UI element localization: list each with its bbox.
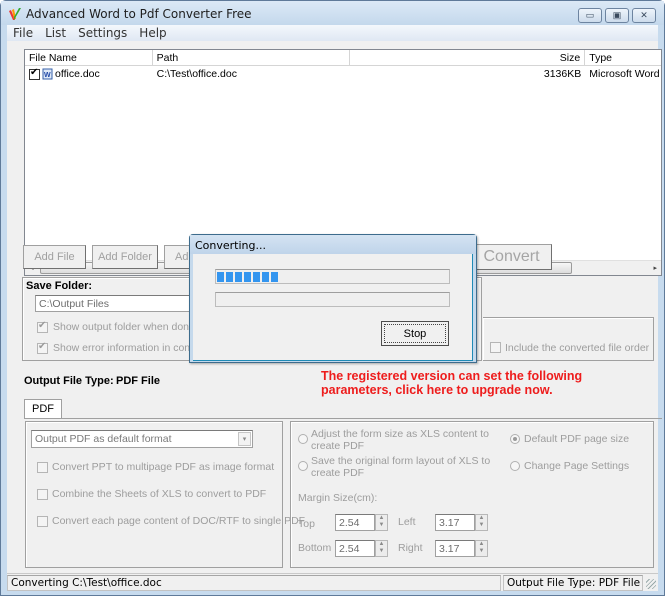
- change-page-settings-radio[interactable]: [510, 461, 520, 471]
- save-original-layout-radio[interactable]: [298, 461, 308, 471]
- close-button[interactable]: ✕: [632, 8, 656, 23]
- window-title: Advanced Word to Pdf Converter Free: [26, 7, 252, 21]
- show-error-info-checkbox[interactable]: [37, 341, 48, 354]
- doc-single-pdf-checkbox[interactable]: [37, 516, 48, 527]
- svg-text:W: W: [44, 72, 51, 79]
- margin-top-label: Top: [298, 518, 315, 530]
- adjust-form-size-radio[interactable]: [298, 434, 308, 444]
- progress-segment: [226, 272, 233, 282]
- dropdown-arrow-icon[interactable]: ▾: [238, 432, 251, 446]
- column-size[interactable]: Size: [350, 50, 586, 66]
- convert-button[interactable]: Convert: [471, 244, 552, 270]
- margin-right-label: Right: [398, 542, 423, 554]
- file-path: C:\Test\office.doc: [156, 68, 237, 80]
- margin-bottom-spinner[interactable]: ▲ ▼: [375, 540, 388, 557]
- output-type-label: Output File Type:: [24, 375, 114, 387]
- file-name: office.doc: [55, 68, 100, 80]
- dialog-title: Converting...: [190, 235, 476, 254]
- column-type[interactable]: Type: [585, 50, 661, 66]
- status-converting: Converting C:\Test\office.doc: [7, 575, 501, 591]
- column-path[interactable]: Path: [153, 50, 350, 66]
- show-error-info-label: Show error information in convers: [53, 342, 210, 354]
- column-file-name[interactable]: File Name: [25, 50, 153, 66]
- close-icon: ✕: [640, 10, 648, 20]
- pdf-format-select[interactable]: Output PDF as default format ▾: [31, 430, 253, 448]
- main-window: Advanced Word to Pdf Converter Free ▭ ▣ …: [0, 0, 665, 596]
- progress-segment: [253, 272, 260, 282]
- save-folder-label: Save Folder:: [26, 280, 93, 292]
- upgrade-notice-line1[interactable]: The registered version can set the follo…: [321, 369, 582, 383]
- margin-left-spinner[interactable]: ▲ ▼: [475, 514, 488, 531]
- margin-top-spinner[interactable]: ▲ ▼: [375, 514, 388, 531]
- change-page-settings-label: Change Page Settings: [524, 460, 630, 472]
- minimize-button[interactable]: ▭: [578, 8, 602, 23]
- status-bar: Converting C:\Test\office.doc Output Fil…: [7, 573, 658, 591]
- default-page-size-radio[interactable]: [510, 434, 520, 444]
- menu-file[interactable]: File: [7, 25, 39, 41]
- add-folder-button[interactable]: Add Folder: [92, 245, 158, 269]
- converting-dialog: Converting... Stop: [189, 234, 477, 363]
- doc-single-pdf-label: Convert each page content of DOC/RTF to …: [52, 515, 306, 527]
- file-row[interactable]: W office.doc C:\Test\office.doc 3136KB M…: [25, 66, 661, 82]
- combine-xls-checkbox[interactable]: [37, 489, 48, 500]
- combine-xls-label: Combine the Sheets of XLS to convert to …: [52, 488, 267, 500]
- save-folder-input[interactable]: C:\Output Files: [35, 295, 195, 312]
- scroll-right-icon[interactable]: ▸: [653, 264, 657, 272]
- save-original-layout-label-2: create PDF: [311, 467, 365, 479]
- menu-help[interactable]: Help: [133, 25, 172, 41]
- progress-segment: [262, 272, 269, 282]
- file-progress-bar: [215, 269, 450, 284]
- show-output-folder-checkbox[interactable]: [37, 320, 48, 333]
- maximize-icon: ▣: [612, 10, 622, 20]
- margin-left-input[interactable]: 3.17: [435, 514, 475, 531]
- title-bar: Advanced Word to Pdf Converter Free ▭ ▣ …: [1, 1, 664, 25]
- tab-pdf[interactable]: PDF: [24, 399, 62, 419]
- minimize-icon: ▭: [585, 10, 595, 20]
- margin-right-input[interactable]: 3.17: [435, 540, 475, 557]
- margin-bottom-label: Bottom: [298, 542, 332, 554]
- ppt-multipage-label: Convert PPT to multipage PDF as image fo…: [52, 461, 275, 473]
- status-output-type: Output File Type: PDF File: [503, 575, 643, 591]
- add-file-button[interactable]: Add File: [23, 245, 86, 269]
- adjust-form-size-label-2: create PDF: [311, 440, 365, 452]
- menu-settings[interactable]: Settings: [72, 25, 133, 41]
- include-order-label: Include the converted file order: [505, 342, 650, 354]
- margin-top-input[interactable]: 2.54: [335, 514, 375, 531]
- progress-segment: [217, 272, 224, 282]
- resize-grip-icon[interactable]: [646, 579, 656, 589]
- file-size: 3136KB: [543, 68, 582, 80]
- file-type: Microsoft Word: [589, 68, 660, 80]
- total-progress-bar: [215, 292, 450, 307]
- ppt-multipage-checkbox[interactable]: [37, 462, 48, 473]
- margin-right-spinner[interactable]: ▲ ▼: [475, 540, 488, 557]
- default-page-size-label: Default PDF page size: [524, 433, 630, 445]
- margin-bottom-input[interactable]: 2.54: [335, 540, 375, 557]
- upgrade-notice-line2[interactable]: parameters, click here to upgrade now.: [321, 383, 553, 397]
- include-order-checkbox[interactable]: [490, 342, 501, 353]
- progress-segment: [271, 272, 278, 282]
- file-checkbox[interactable]: [29, 67, 40, 80]
- save-original-layout-label-1: Save the original form layout of XLS to: [311, 455, 491, 467]
- stop-button[interactable]: Stop: [381, 321, 449, 346]
- show-output-folder-label: Show output folder when done: [53, 321, 195, 333]
- maximize-button[interactable]: ▣: [605, 8, 629, 23]
- margin-size-label: Margin Size(cm):: [298, 492, 378, 504]
- file-list-header: File Name Path Size Type: [25, 50, 661, 66]
- menu-bar: File List Settings Help: [7, 25, 658, 41]
- save-folder-group-right: [483, 317, 654, 361]
- adjust-form-size-label-1: Adjust the form size as XLS content to: [311, 428, 490, 440]
- app-logo-icon: [9, 8, 21, 20]
- menu-list[interactable]: List: [39, 25, 72, 41]
- pdf-format-value: Output PDF as default format: [35, 433, 172, 445]
- output-type-value: PDF File: [116, 375, 161, 387]
- progress-segment: [235, 272, 242, 282]
- progress-segment: [244, 272, 251, 282]
- word-doc-icon: W: [42, 68, 53, 80]
- margin-left-label: Left: [398, 516, 416, 528]
